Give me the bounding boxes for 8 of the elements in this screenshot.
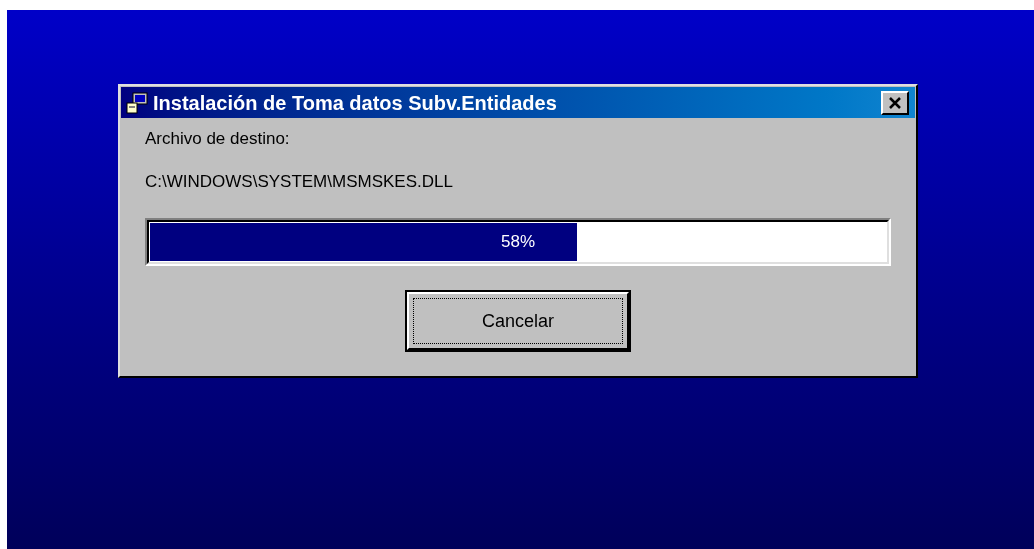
cancel-button[interactable]: Cancelar — [407, 292, 629, 350]
close-icon — [888, 96, 902, 109]
destination-path: C:\WINDOWS\SYSTEM\MSMSKES.DLL — [145, 170, 454, 193]
computer-icon — [125, 90, 149, 115]
window-title: Instalación de Toma datos Subv.Entidades — [153, 90, 558, 116]
destination-label: Archivo de destino: — [145, 128, 291, 150]
progress-reading: 58% — [500, 231, 536, 254]
close-button[interactable] — [881, 90, 909, 115]
